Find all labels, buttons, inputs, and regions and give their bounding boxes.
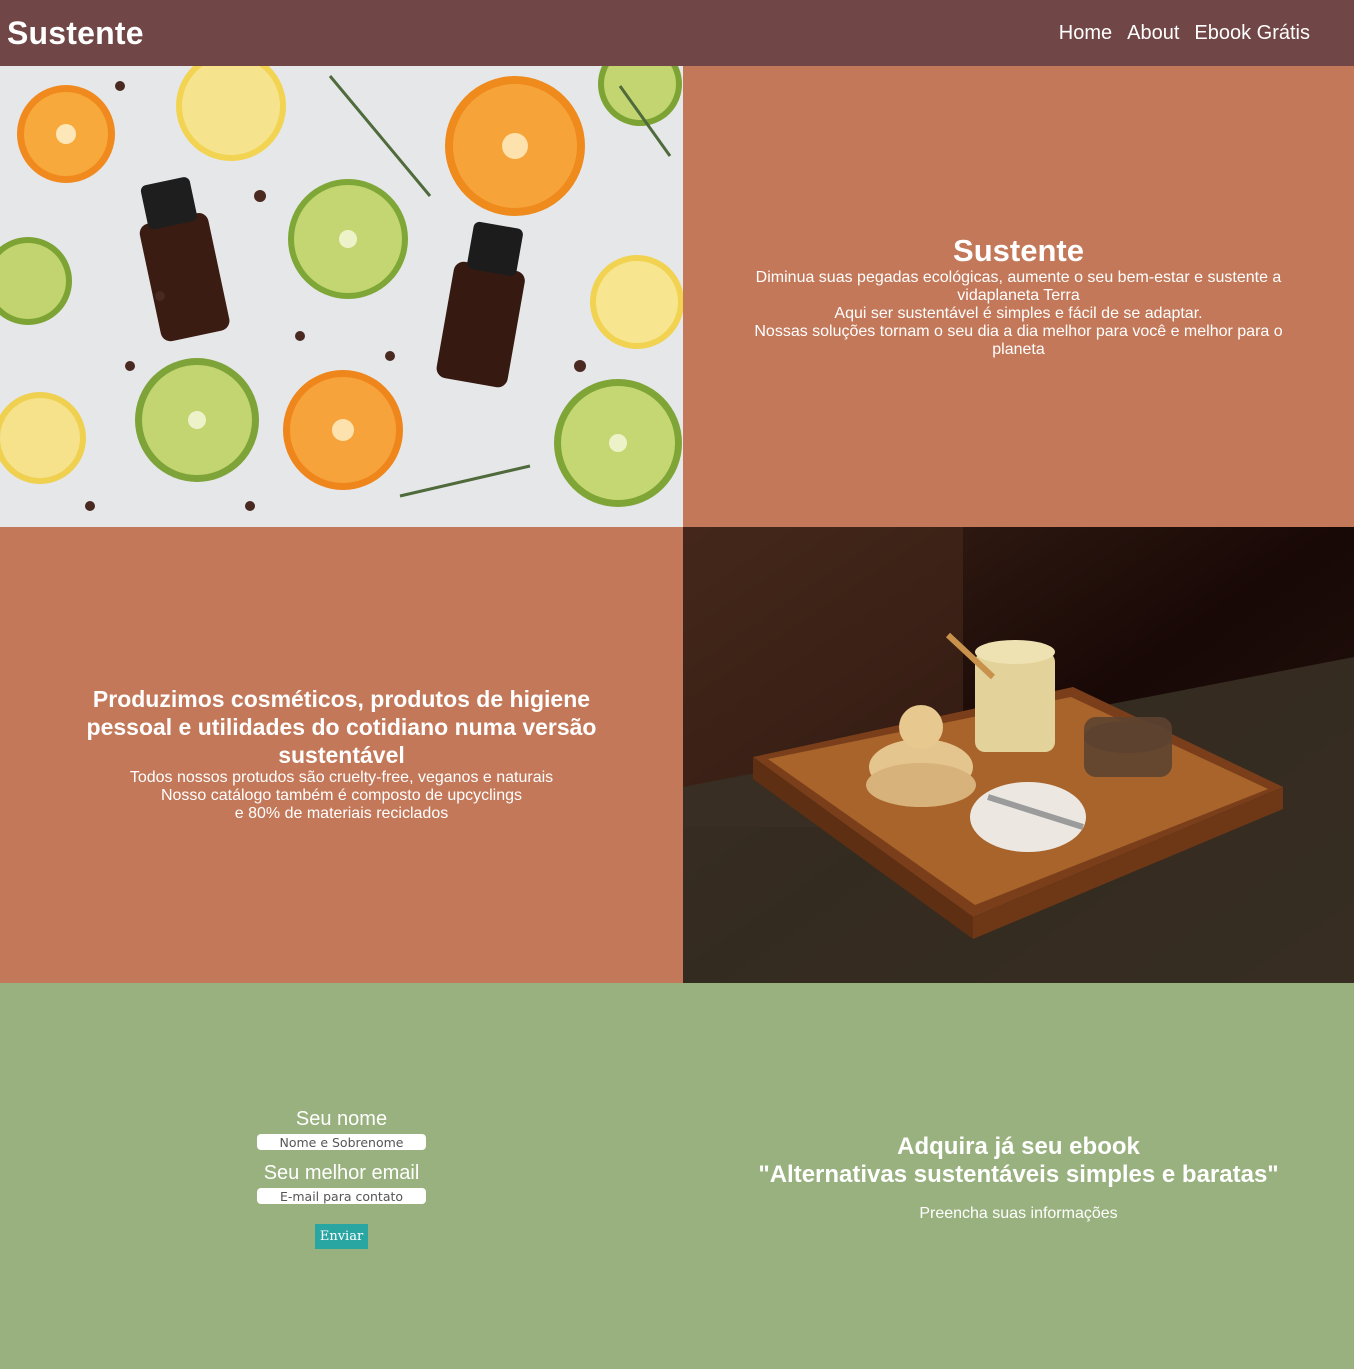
ebook-info: Adquira já seu ebook "Alternativas suste… — [683, 1133, 1354, 1223]
nav-ebook-link[interactable]: Ebook Grátis — [1194, 22, 1310, 45]
email-label: Seu melhor email — [263, 1162, 420, 1184]
hero-text-block: Sustente Diminua suas pegadas ecológicas… — [683, 233, 1354, 359]
products-line: e 80% de materiais reciclados — [234, 805, 449, 822]
ebook-title-line2: "Alternativas sustentáveis simples e bar… — [758, 1161, 1279, 1188]
hero-title: Sustente — [953, 233, 1084, 268]
content-grid: Sustente Diminua suas pegadas ecológicas… — [0, 66, 1354, 983]
hero-text-panel: Sustente Diminua suas pegadas ecológicas… — [683, 66, 1354, 527]
products-title: Produzimos cosméticos, produtos de higie… — [86, 686, 597, 768]
products-text-block: Produzimos cosméticos, produtos de higie… — [0, 685, 683, 823]
hero-line: Aqui ser sustentável é simples e fácil d… — [834, 305, 1203, 323]
hero-row: Sustente Diminua suas pegadas ecológicas… — [0, 66, 1354, 527]
name-label: Seu nome — [295, 1108, 388, 1130]
ebook-subtitle: Preencha suas informações — [919, 1205, 1118, 1222]
main-nav: Home About Ebook Grátis — [1059, 22, 1310, 45]
tray-photo-image — [683, 527, 1354, 983]
ebook-title: Adquira já seu ebook "Alternativas suste… — [683, 1133, 1354, 1189]
products-line: Todos nossos protudos são cruelty-free, … — [129, 769, 554, 786]
brand-logo[interactable]: Sustente — [7, 15, 144, 52]
citrus-bottles-photo — [0, 66, 683, 527]
nav-about-link[interactable]: About — [1127, 22, 1179, 45]
hero-line: Diminua suas pegadas ecológicas, aumente… — [755, 269, 1282, 305]
ebook-section: Seu nome Seu melhor email Enviar Adquira… — [0, 983, 1354, 1369]
submit-button[interactable]: Enviar — [314, 1224, 369, 1249]
ebook-title-line1: Adquira já seu ebook — [897, 1133, 1140, 1160]
nav-home-link[interactable]: Home — [1059, 22, 1112, 45]
top-navbar: Sustente Home About Ebook Grátis — [0, 0, 1354, 66]
name-input[interactable] — [257, 1134, 426, 1150]
ebook-form: Seu nome Seu melhor email Enviar — [0, 1108, 683, 1249]
products-line: Nosso catálogo também é composto de upcy… — [160, 787, 523, 804]
hero-line: Nossas soluções tornam o seu dia a dia m… — [754, 323, 1283, 359]
email-input[interactable] — [257, 1188, 426, 1204]
products-row: Produzimos cosméticos, produtos de higie… — [0, 527, 1354, 983]
products-text-panel: Produzimos cosméticos, produtos de higie… — [0, 527, 683, 983]
citrus-photo-image — [0, 66, 683, 527]
bathroom-tray-photo — [683, 527, 1354, 983]
